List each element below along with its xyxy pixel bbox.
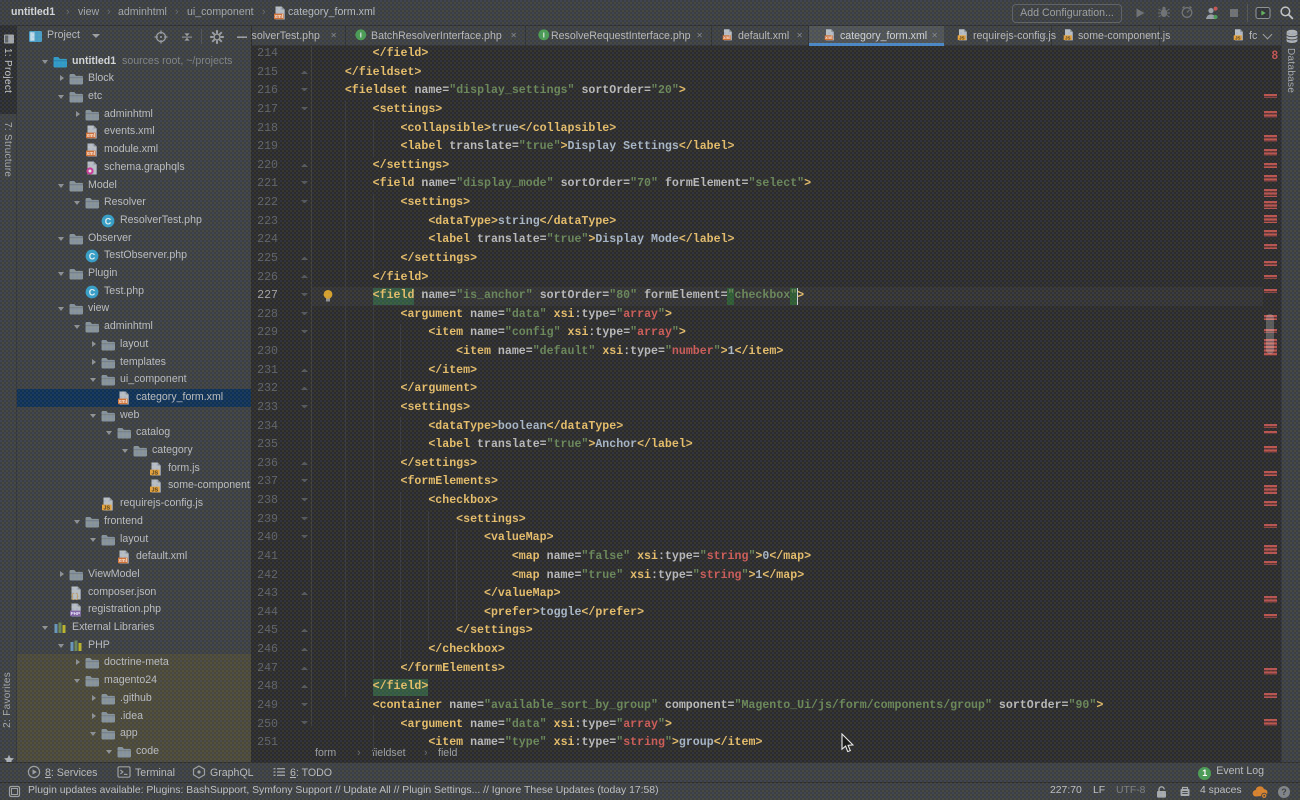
svg-text:{}: {}	[71, 593, 79, 601]
svg-text:C: C	[105, 216, 112, 226]
svg-text:JS: JS	[1065, 35, 1071, 40]
svg-text:I: I	[543, 31, 545, 40]
svg-text:C: C	[89, 252, 96, 262]
svg-text:JS: JS	[152, 488, 159, 494]
svg-text:?: ?	[1281, 787, 1287, 797]
svg-text:xml: xml	[118, 558, 127, 564]
svg-text:xml: xml	[86, 151, 95, 157]
svg-text:JS: JS	[1235, 35, 1241, 40]
svg-text:I: I	[360, 31, 362, 40]
svg-text:PHP: PHP	[71, 611, 80, 616]
svg-text:JS: JS	[959, 35, 965, 40]
svg-text:xml: xml	[825, 35, 832, 40]
svg-text:xml: xml	[118, 399, 127, 405]
svg-text:xml: xml	[86, 134, 95, 140]
svg-text:xml: xml	[274, 14, 283, 20]
svg-text:C: C	[89, 287, 96, 297]
svg-text:xml: xml	[723, 35, 730, 40]
svg-text:JS: JS	[152, 470, 159, 476]
svg-text:JS: JS	[104, 505, 111, 511]
